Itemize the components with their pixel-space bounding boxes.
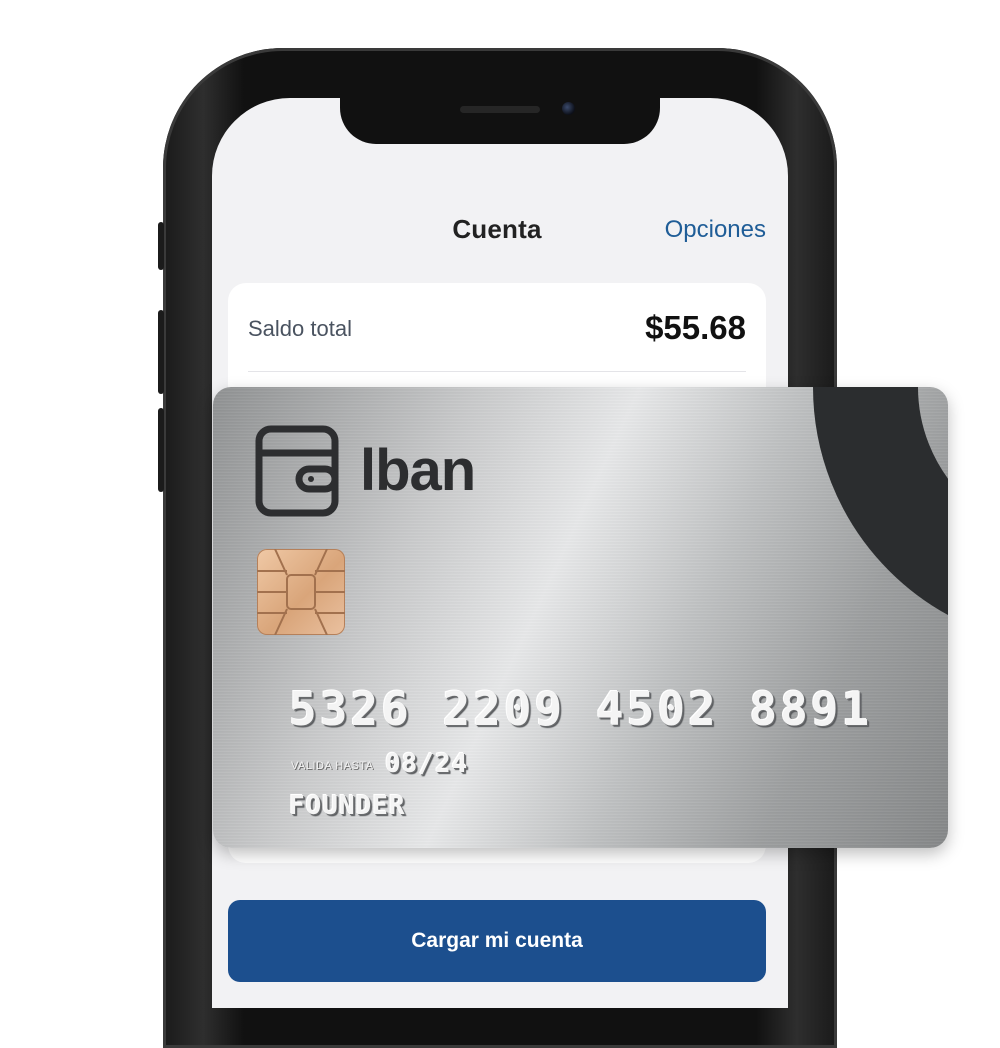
emv-chip-icon bbox=[257, 549, 345, 635]
card-ring-graphic bbox=[813, 387, 948, 647]
balance-value: $55.68 bbox=[645, 309, 746, 346]
options-button[interactable]: Opciones bbox=[665, 216, 766, 244]
brand-logo: lban bbox=[360, 438, 476, 503]
wallet-icon bbox=[255, 425, 339, 517]
camera-icon bbox=[562, 102, 575, 115]
load-account-button[interactable]: Cargar mi cuenta bbox=[228, 900, 766, 982]
card-number: 5326 2209 4502 8891 bbox=[289, 682, 873, 736]
balance-label: Saldo total bbox=[248, 316, 352, 341]
expiry-label: VALIDA HASTA bbox=[291, 760, 374, 772]
speaker-icon bbox=[460, 106, 540, 113]
expiry-date: 08/24 bbox=[385, 749, 469, 779]
phone-volume-up bbox=[158, 310, 164, 394]
cardholder-name: FOUNDER bbox=[289, 791, 406, 821]
divider bbox=[248, 371, 746, 372]
phone-notch bbox=[340, 98, 660, 144]
phone-volume-down bbox=[158, 408, 164, 492]
phone-silent-switch bbox=[158, 222, 164, 270]
credit-card: lban 5326 2209 4502 8891 VALIDA HASTA 08… bbox=[213, 387, 948, 848]
